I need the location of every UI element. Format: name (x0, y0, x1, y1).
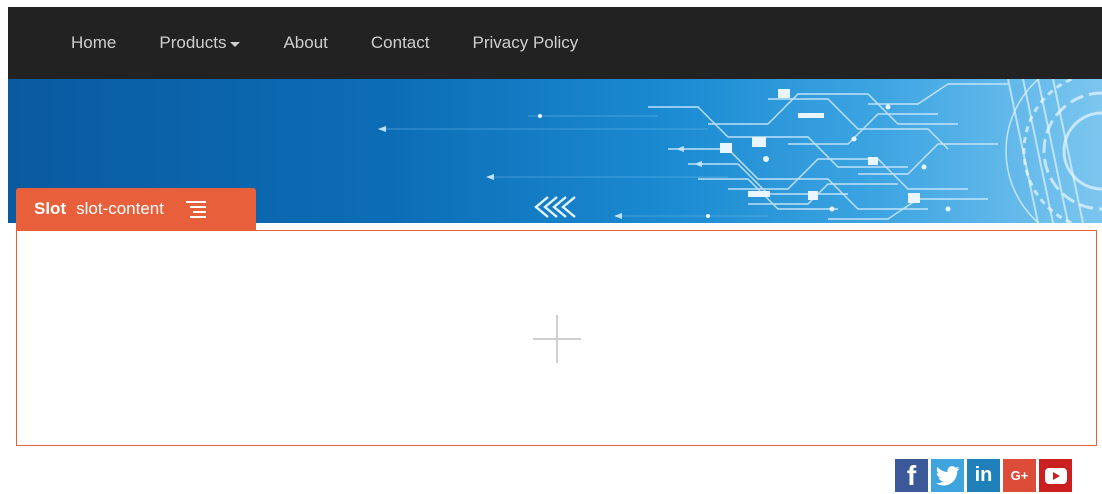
nav-about[interactable]: About (283, 33, 327, 53)
linkedin-glyph: in (974, 464, 993, 486)
slot-content-area[interactable] (16, 230, 1097, 446)
nav-privacy-policy-label: Privacy Policy (472, 33, 579, 52)
youtube-play-icon (1044, 467, 1067, 484)
main-navbar: Home Products About Contact Privacy Poli… (8, 7, 1102, 79)
nav-contact[interactable]: Contact (371, 33, 430, 53)
facebook-icon[interactable]: f (895, 459, 928, 492)
nav-about-label: About (283, 33, 328, 52)
google-plus-glyph: G+ (1010, 468, 1029, 483)
facebook-glyph: f (906, 459, 917, 491)
slot-name: slot-content (76, 199, 164, 218)
twitter-bird-icon (935, 465, 959, 485)
youtube-icon[interactable] (1039, 459, 1072, 492)
slot-label: Slot (34, 199, 67, 218)
nav-privacy-policy[interactable]: Privacy Policy (472, 33, 578, 53)
linkedin-icon[interactable]: in (967, 459, 1000, 492)
social-links: f in G+ (895, 459, 1075, 492)
plus-icon[interactable] (533, 315, 581, 363)
nav-products[interactable]: Products (159, 33, 241, 53)
twitter-icon[interactable] (931, 459, 964, 492)
slot-tab: Slot slot-content (16, 188, 256, 230)
chevron-down-icon (230, 41, 241, 47)
google-plus-icon[interactable]: G+ (1003, 459, 1036, 492)
nav-home-label: Home (71, 33, 117, 52)
nav-contact-label: Contact (370, 33, 430, 52)
nav-products-label: Products (159, 33, 227, 52)
nav-home[interactable]: Home (71, 33, 116, 53)
hamburger-menu-icon[interactable] (186, 200, 206, 218)
